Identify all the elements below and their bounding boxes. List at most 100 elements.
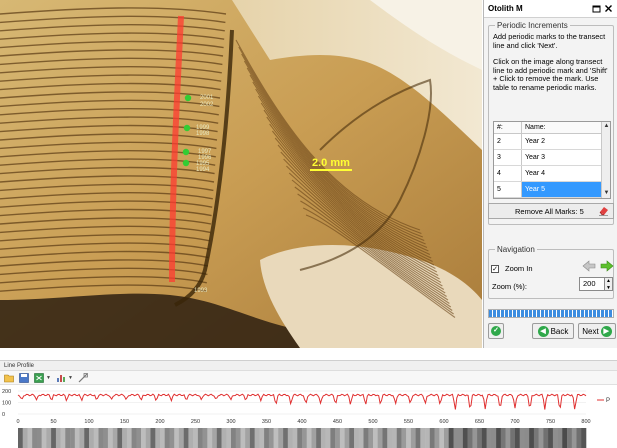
zoom-percent-input[interactable]: 200 bbox=[579, 277, 605, 291]
intensity-strip-cell bbox=[46, 428, 52, 448]
intensity-strip-cell bbox=[467, 428, 473, 448]
marks-table-row[interactable]: 2 Year 2 bbox=[494, 134, 610, 150]
intensity-strip-cell bbox=[335, 428, 341, 448]
scroll-down-icon[interactable]: ▼ bbox=[602, 189, 610, 198]
intensity-strip-cell bbox=[548, 428, 554, 448]
intensity-strip-cell bbox=[368, 428, 374, 448]
intensity-strip-cell bbox=[268, 428, 274, 448]
intensity-strip-cell bbox=[481, 428, 487, 448]
otolith-image-pane[interactable]: 2001 2002 1999 1998 1997 1996 1995 1994 1993 2.0… bbox=[0, 0, 482, 348]
close-icon[interactable] bbox=[604, 4, 613, 13]
intensity-strip-cell bbox=[524, 428, 530, 448]
marks-table-row[interactable]: 3 Year 3 bbox=[494, 150, 610, 166]
intensity-strip-cell bbox=[278, 428, 284, 448]
intensity-strip-cell bbox=[122, 428, 128, 448]
intensity-strip-cell bbox=[283, 428, 289, 448]
periodic-marks-table[interactable]: #: Name: 2 Year 2 3 Year 3 4 Year 4 5 Year 5 ▲ … bbox=[493, 121, 611, 199]
periodic-mark-dot[interactable] bbox=[182, 159, 190, 167]
next-button[interactable]: Next ▶ bbox=[578, 323, 616, 339]
scroll-up-icon[interactable]: ▲ bbox=[602, 122, 610, 131]
periodic-mark-dot[interactable] bbox=[183, 124, 191, 132]
intensity-strip-cell bbox=[354, 428, 360, 448]
intensity-strip-cell bbox=[505, 428, 511, 448]
zoom-percent-label: Zoom (%): bbox=[492, 282, 528, 291]
intensity-strip-cell bbox=[533, 428, 539, 448]
intensity-strip-cell bbox=[358, 428, 364, 448]
intensity-strip-cell bbox=[141, 428, 147, 448]
intensity-strip-cell bbox=[70, 428, 76, 448]
intensity-strip-cell bbox=[150, 428, 156, 448]
intensity-strip-cell bbox=[79, 428, 85, 448]
y-tick-label: 200 bbox=[2, 389, 11, 395]
intensity-strip-cell bbox=[557, 428, 563, 448]
intensity-strip-cell bbox=[320, 428, 326, 448]
save-icon[interactable] bbox=[19, 372, 29, 383]
zoom-in-row[interactable]: ✓ Zoom In bbox=[491, 264, 533, 273]
arrow-right-icon[interactable] bbox=[599, 259, 614, 272]
chart-icon[interactable] bbox=[56, 373, 66, 383]
intensity-strip-cell bbox=[401, 428, 407, 448]
marks-table-scrollbar[interactable]: ▲ ▼ bbox=[601, 122, 610, 198]
mark-number-cell: 3 bbox=[494, 150, 522, 165]
intensity-strip-cell bbox=[98, 428, 104, 448]
zoom-stepper[interactable]: ▲ ▼ bbox=[605, 277, 613, 291]
restore-icon[interactable] bbox=[592, 4, 601, 13]
x-tick-label: 650 bbox=[475, 419, 484, 425]
otolith-micrograph[interactable] bbox=[0, 0, 482, 348]
home-button[interactable]: ✓ bbox=[488, 323, 504, 339]
mark-name-cell[interactable]: Year 4 bbox=[522, 166, 602, 181]
intensity-strip-cell bbox=[117, 428, 123, 448]
intensity-strip-cell bbox=[543, 428, 549, 448]
back-button[interactable]: ◀ Back bbox=[532, 323, 574, 339]
intensity-strip-cell bbox=[55, 428, 61, 448]
settings-icon[interactable] bbox=[78, 372, 88, 383]
intensity-strip-cell bbox=[226, 428, 232, 448]
year-mark-label: 1994 bbox=[196, 167, 210, 173]
periodic-increments-group: Periodic Increments Add periodic marks t… bbox=[488, 21, 614, 225]
x-tick-label: 450 bbox=[333, 419, 342, 425]
intensity-strip-cell bbox=[264, 428, 270, 448]
intensity-strip-cell bbox=[325, 428, 331, 448]
intensity-strip-cell bbox=[112, 428, 118, 448]
circle-arrow-icon: ✓ bbox=[491, 326, 501, 336]
line-profile-legend: P bbox=[606, 398, 610, 404]
intensity-strip-cell bbox=[36, 428, 42, 448]
periodic-mark-dot[interactable] bbox=[184, 94, 192, 102]
open-folder-icon[interactable] bbox=[4, 373, 14, 383]
intensity-strip-cell bbox=[174, 428, 180, 448]
y-tick-label: 0 bbox=[2, 412, 5, 418]
intensity-strip-cell bbox=[240, 428, 246, 448]
zoom-percent-row: Zoom (%): bbox=[492, 282, 527, 291]
marks-table-row[interactable]: 4 Year 4 bbox=[494, 166, 610, 182]
marks-col-name-header: Name: bbox=[525, 124, 546, 131]
export-icon[interactable] bbox=[34, 372, 44, 383]
arrow-left-icon[interactable] bbox=[581, 259, 596, 272]
marks-table-row[interactable]: 5 Year 5 bbox=[494, 182, 610, 198]
intensity-strip-cell bbox=[155, 428, 161, 448]
mark-name-cell[interactable]: Year 2 bbox=[522, 134, 602, 149]
intensity-strip-cell bbox=[311, 428, 317, 448]
intensity-strip-cell bbox=[18, 428, 23, 448]
intensity-strip-cell bbox=[349, 428, 355, 448]
intensity-strip-cell bbox=[60, 428, 66, 448]
x-tick-label: 200 bbox=[155, 419, 164, 425]
chevron-down-icon[interactable]: ▼ bbox=[46, 375, 51, 381]
intensity-strip-cell bbox=[330, 428, 336, 448]
zoom-in-checkbox[interactable]: ✓ bbox=[491, 264, 499, 273]
mark-name-cell[interactable]: Year 3 bbox=[522, 150, 602, 165]
panel-titlebar: Otolith M bbox=[484, 0, 617, 18]
intensity-strip-cell bbox=[221, 428, 227, 448]
line-profile-chart[interactable]: 200 100 0 0 50 100 150 200 250 300 350 400 450 500 55… bbox=[0, 386, 617, 448]
chevron-down-icon[interactable]: ▼ bbox=[68, 375, 73, 381]
intensity-strip-cell bbox=[529, 428, 535, 448]
remove-all-marks-button[interactable]: Remove All Marks: 5 bbox=[488, 203, 614, 219]
x-tick-label: 550 bbox=[404, 419, 413, 425]
intensity-strip-cell bbox=[567, 428, 573, 448]
intensity-strip-cell bbox=[74, 428, 80, 448]
mark-name-cell[interactable]: Year 5 bbox=[522, 182, 602, 197]
x-tick-label: 800 bbox=[581, 419, 590, 425]
intensity-strip-cell bbox=[41, 428, 47, 448]
intensity-strip-cell bbox=[552, 428, 558, 448]
x-tick-label: 600 bbox=[439, 419, 448, 425]
periodic-mark-dot[interactable] bbox=[182, 148, 190, 156]
